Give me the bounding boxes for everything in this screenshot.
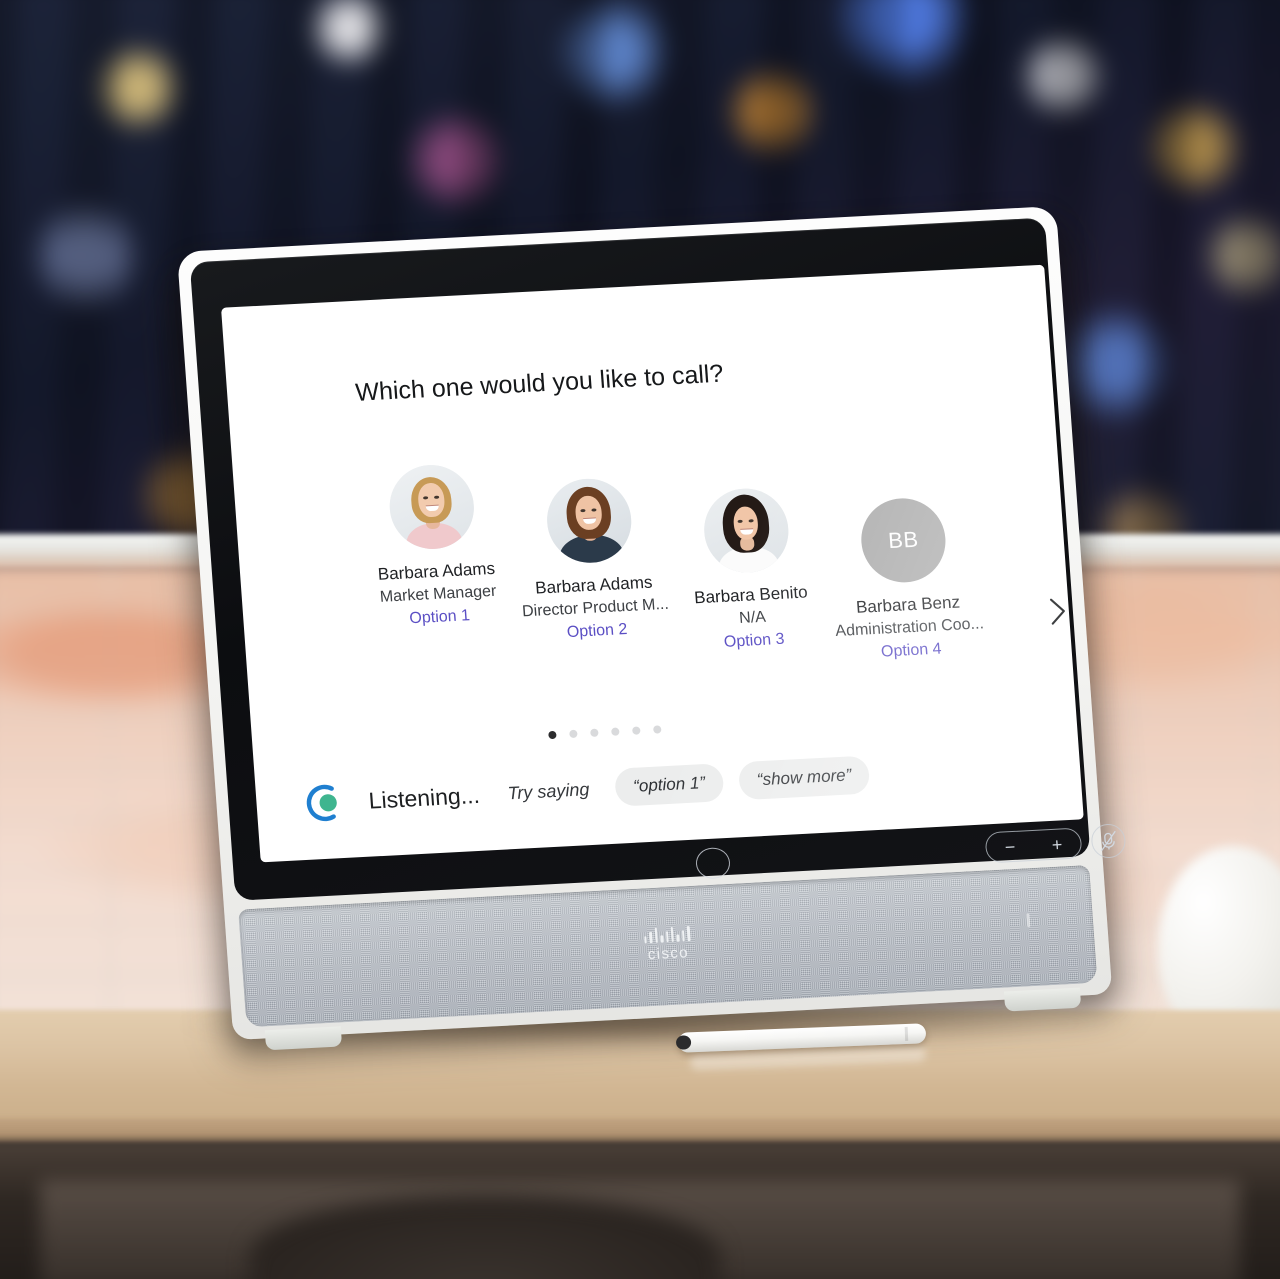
suggestion-chips: “option 1” “show more” [613,755,871,807]
portrait-1 [386,462,477,552]
contact-option-label[interactable]: Option 3 [723,631,785,652]
chevron-right-icon[interactable] [1044,594,1072,629]
contact-option-label[interactable]: Option 2 [566,621,628,642]
contact-name: Barbara Benz [855,592,961,617]
avatar [386,462,477,552]
pagination-dot[interactable] [569,729,578,739]
suggestion-chip[interactable]: “option 1” [613,763,725,807]
contact-list: Barbara Adams Market Manager Option 1 Ba… [351,433,1056,689]
contact-card[interactable]: Barbara Benito N/A Option 3 [665,485,832,655]
cisco-wordmark: cisco [647,944,690,964]
contact-role: Administration Coo... [834,615,985,641]
volume-control[interactable]: − + [984,827,1083,864]
mic-mute-button[interactable] [1090,823,1127,859]
contact-role: N/A [738,608,767,628]
try-saying-label: Try saying [506,778,590,803]
assistant-bar: Listening... Try saying “option 1” “show… [301,752,871,826]
home-button[interactable] [694,846,732,880]
contact-card[interactable]: BB Barbara Benz Administration Coo... Op… [822,494,989,664]
pagination-dot[interactable] [548,730,557,740]
pagination-dot[interactable] [653,725,662,734]
avatar [701,486,792,575]
portrait-3 [701,486,792,575]
stylus-band [904,1026,909,1042]
contact-role: Market Manager [379,582,497,606]
cisco-bars-icon [644,926,691,944]
device-foot [1003,987,1082,1012]
pagination-dot[interactable] [632,726,641,735]
suggestion-chip[interactable]: “show more” [737,755,871,801]
page-title: Which one would you like to call? [354,359,725,407]
webex-assistant-icon [301,780,348,826]
contact-card[interactable]: Barbara Adams Director Product M... Opti… [508,475,675,645]
pagination-dots[interactable] [548,725,662,740]
contact-role: Director Product M... [521,595,670,621]
cisco-webex-desk-device: Which one would you like to call? Barbar… [168,205,1127,1061]
contact-name: Barbara Benito [693,582,809,608]
contact-name: Barbara Adams [534,572,654,598]
display-bezel: Which one would you like to call? Barbar… [189,217,1127,901]
contact-picker-ui: Which one would you like to call? Barbar… [221,264,1084,863]
volume-down-icon[interactable]: − [1004,836,1016,856]
contact-name: Barbara Adams [377,558,496,584]
avatar-initials: BB [858,496,949,585]
portrait-2 [544,476,635,565]
cisco-logo: cisco [644,926,692,963]
avatar [544,476,635,565]
assistant-status: Listening... [367,781,481,814]
stylus-tip [675,1035,692,1050]
contact-card[interactable]: Barbara Adams Market Manager Option 1 [351,461,518,631]
pagination-dot[interactable] [611,727,620,736]
device-screen: Which one would you like to call? Barbar… [221,264,1084,863]
volume-up-icon[interactable]: + [1051,834,1063,854]
mic-muted-icon [1101,830,1116,852]
contact-option-label[interactable]: Option 1 [409,607,471,628]
contact-option-label[interactable]: Option 4 [880,641,942,662]
pagination-dot[interactable] [590,728,599,737]
avatar-initials-text: BB [887,526,920,554]
device-foot [264,1026,343,1051]
